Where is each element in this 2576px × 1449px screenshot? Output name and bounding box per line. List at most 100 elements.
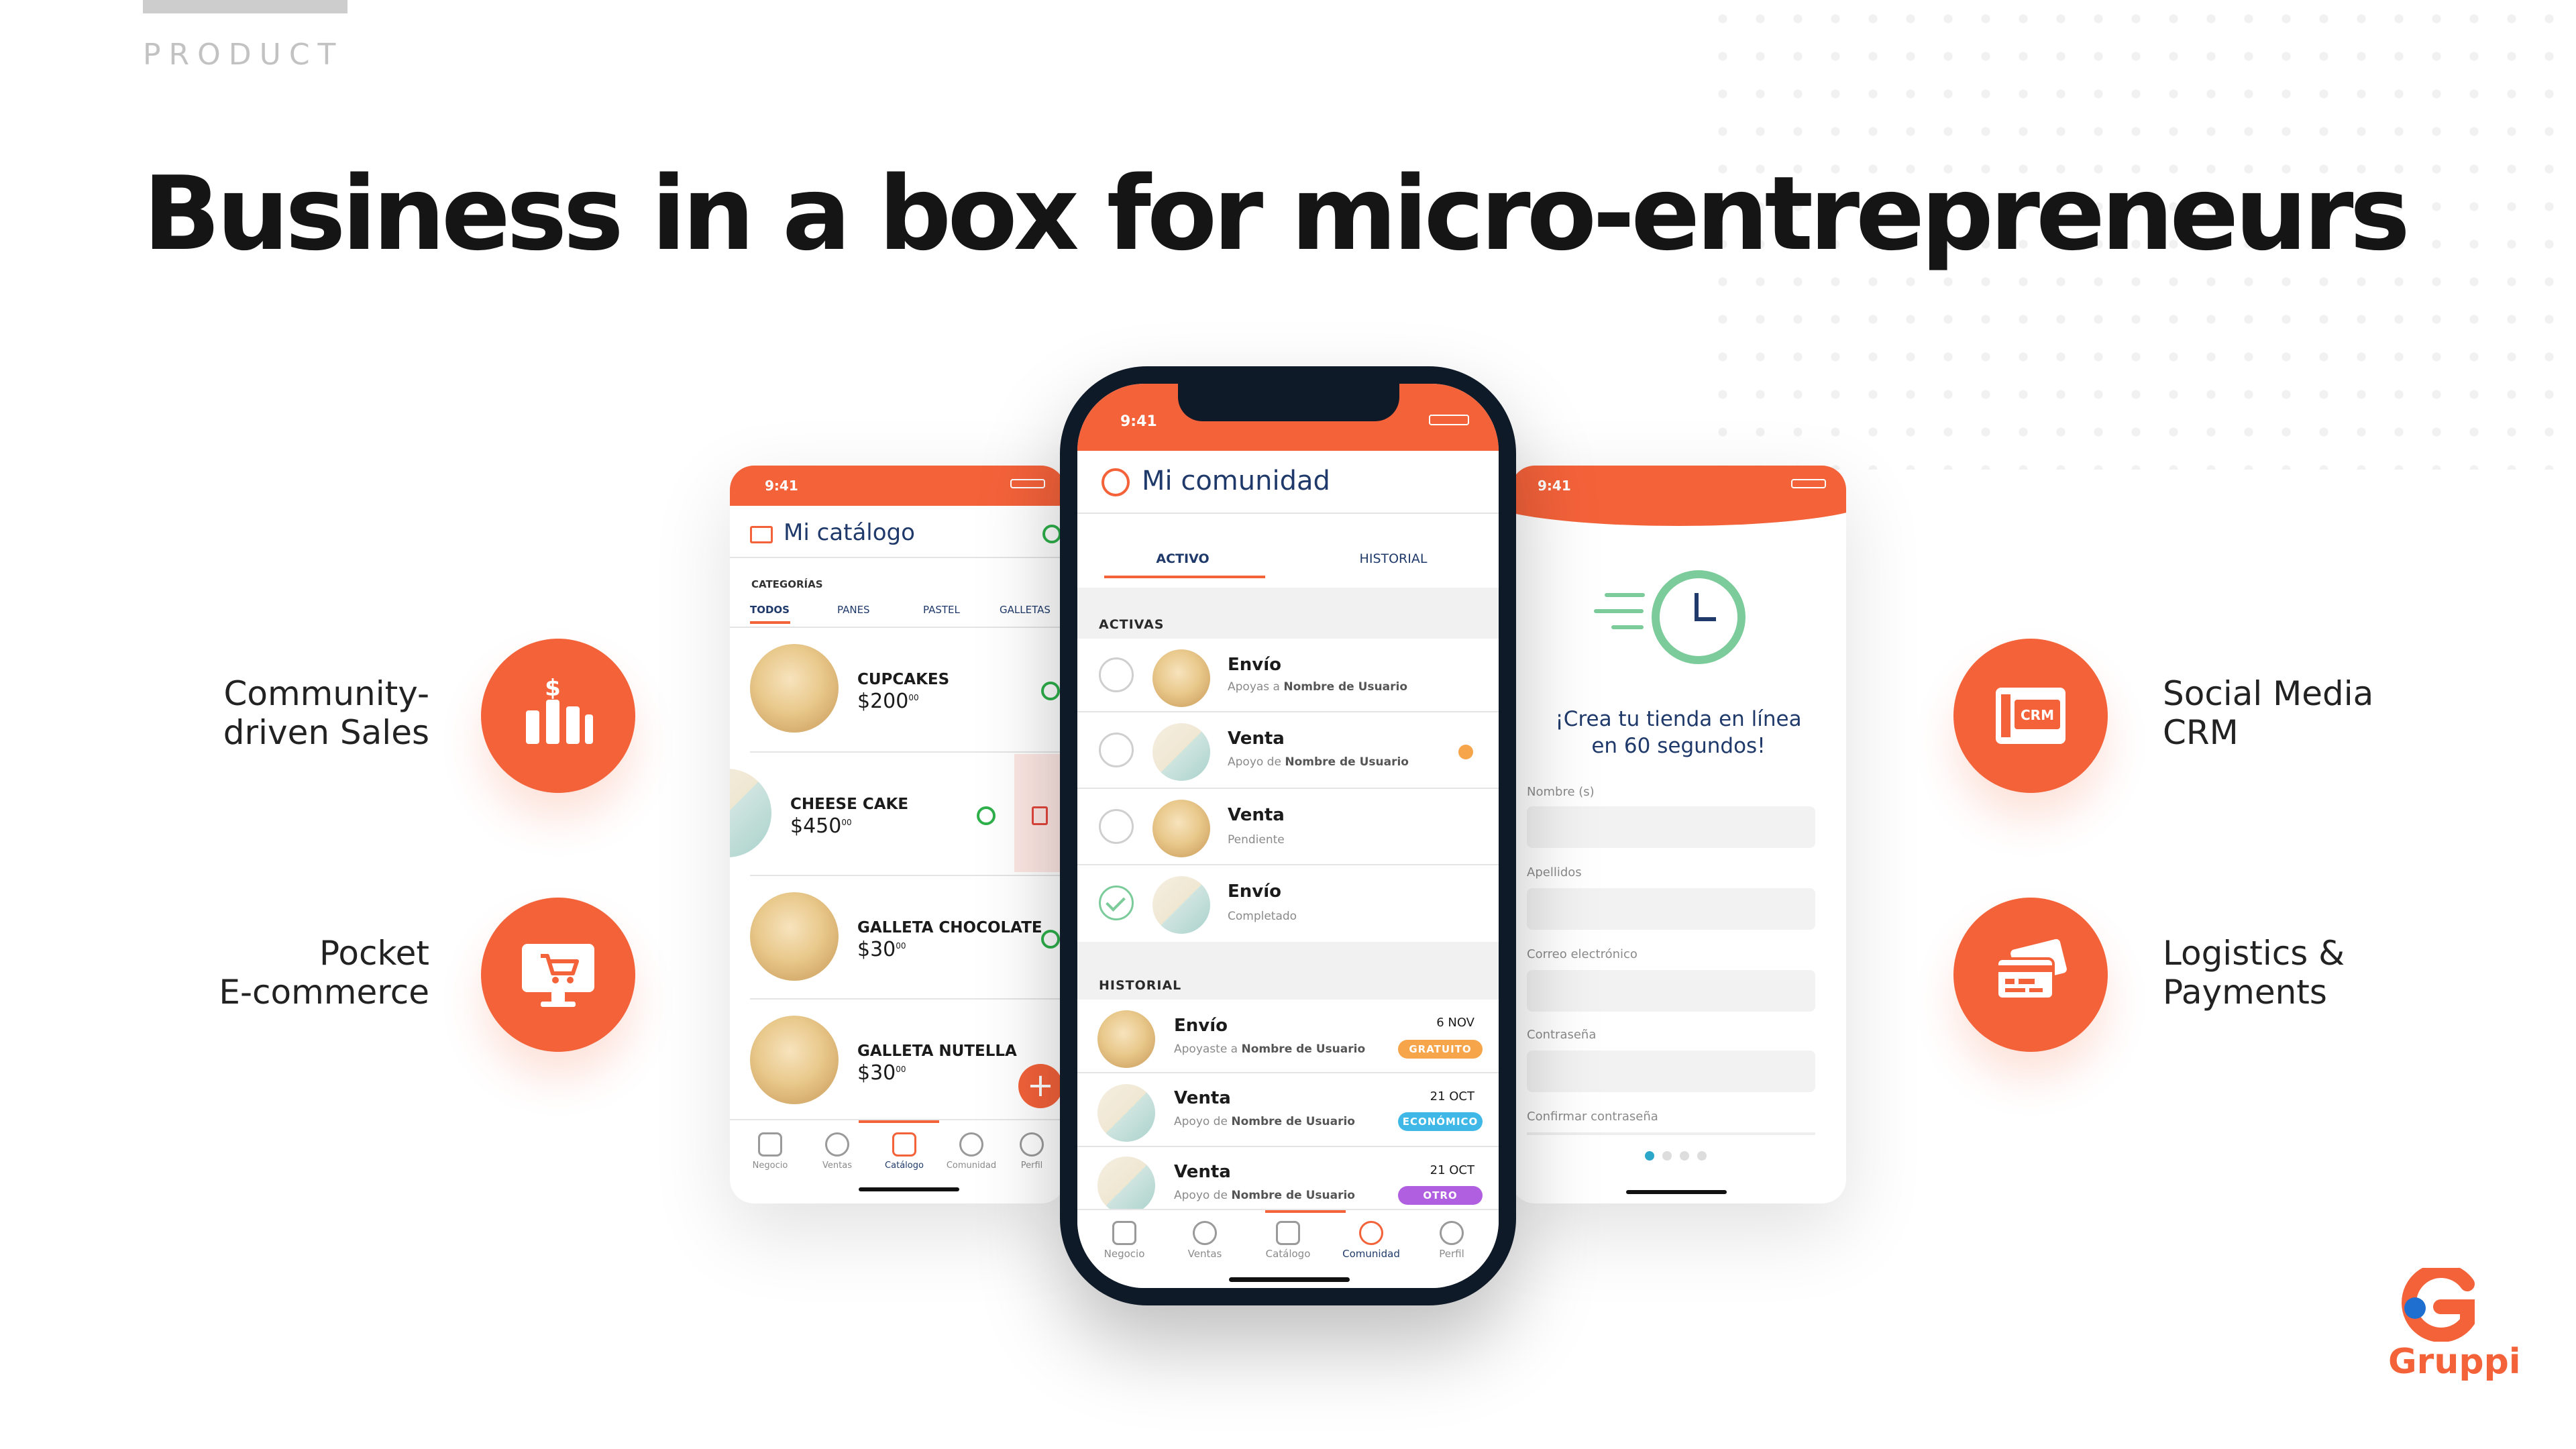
item-date: 21 OCT — [1430, 1089, 1474, 1104]
product-price: $3000 — [857, 1061, 906, 1085]
email-input[interactable] — [1527, 970, 1815, 1012]
signup-header — [1511, 466, 1846, 526]
community-icon — [959, 1132, 983, 1157]
product-name: GALLETA CHOCOLATE — [857, 919, 1042, 936]
nav-catalogo[interactable]: Catálogo — [1248, 1221, 1328, 1260]
signup-screen: 9:41 ¡Crea tu tienda en línea en 60 segu… — [1511, 466, 1846, 1203]
product-image — [1152, 800, 1210, 857]
list-item[interactable]: Venta Apoyo de Nombre de Usuario — [1077, 712, 1499, 789]
feature-label-pocket-ecommerce: Pocket E-commerce — [219, 934, 429, 1012]
product-name: CHEESE CAKE — [790, 796, 909, 813]
checked-radio[interactable] — [1099, 885, 1134, 920]
apellidos-input[interactable] — [1527, 888, 1815, 930]
tab-todos[interactable]: TODOS — [750, 604, 790, 616]
tab-activo[interactable]: ACTIVO — [1077, 551, 1288, 566]
community-icon — [1102, 468, 1130, 496]
product-name: CUPCAKES — [857, 671, 950, 688]
catalog-status-bar: 9:41 — [730, 466, 1065, 506]
select-radio[interactable] — [1099, 809, 1134, 844]
product-row[interactable]: GALLETA CHOCOLATE $3000 — [730, 877, 1065, 996]
select-radio[interactable] — [1099, 657, 1134, 692]
product-image — [1152, 649, 1210, 707]
category-tabs: TODOS PANES PASTEL GALLETAS — [750, 604, 1065, 624]
svg-text:$: $ — [545, 676, 561, 702]
nav-perfil[interactable]: Perfil — [1411, 1221, 1492, 1260]
product-image — [1152, 723, 1210, 781]
product-image — [730, 769, 771, 857]
clock-icon — [1652, 570, 1746, 664]
product-name: GALLETA NUTELLA — [857, 1042, 1017, 1060]
store-icon — [758, 1132, 782, 1157]
feature-label-social-crm: Social Media CRM — [2163, 674, 2374, 752]
nav-catalogo[interactable]: Catálogo — [871, 1132, 938, 1171]
product-row[interactable]: GALLETA NUTELLA $3000 — [730, 1001, 1065, 1119]
history-item[interactable]: Envío Apoyaste a Nombre de Usuario 6 NOV… — [1077, 1000, 1499, 1073]
percent-icon — [825, 1132, 849, 1157]
nombre-input[interactable] — [1527, 806, 1815, 848]
status-badge: ECONÓMICO — [1398, 1112, 1483, 1131]
status-time: 9:41 — [1120, 413, 1157, 430]
status-badge: OTRO — [1398, 1186, 1483, 1205]
field-label-correo: Correo electrónico — [1527, 947, 1638, 961]
list-item[interactable]: Envío Completado — [1077, 865, 1499, 941]
tab-panes[interactable]: PANES — [837, 604, 870, 616]
status-icons — [1791, 479, 1826, 488]
top-accent-bar — [143, 0, 347, 13]
password-input[interactable] — [1527, 1051, 1815, 1092]
logistics-payments-badge — [1953, 898, 2108, 1052]
history-item[interactable]: Venta Apoyo de Nombre de Usuario 21 OCT … — [1077, 1073, 1499, 1147]
profile-icon — [1440, 1221, 1464, 1245]
catalog-bottom-nav: Negocio Ventas Catálogo Comunidad Perfil — [730, 1119, 1065, 1203]
select-radio[interactable] — [1099, 733, 1134, 767]
status-icons — [1429, 415, 1469, 425]
signup-headline: ¡Crea tu tienda en línea en 60 segundos! — [1555, 707, 1802, 758]
speed-lines — [1605, 593, 1645, 597]
whatsapp-icon[interactable] — [1041, 682, 1060, 700]
section-kicker: PRODUCT — [143, 38, 344, 72]
history-item[interactable]: Venta Apoyo de Nombre de Usuario 21 OCT … — [1077, 1147, 1499, 1214]
nav-perfil[interactable]: Perfil — [1005, 1132, 1059, 1171]
field-label-nombre: Nombre (s) — [1527, 785, 1595, 799]
confirm-password-input[interactable] — [1527, 1132, 1815, 1135]
notch — [1178, 384, 1399, 421]
profile-icon — [1020, 1132, 1044, 1157]
gruppi-logo — [2388, 1263, 2482, 1342]
nav-ventas[interactable]: Ventas — [804, 1132, 871, 1171]
categories-label: CATEGORÍAS — [751, 578, 823, 590]
product-row[interactable]: CUPCAKES $20000 — [730, 629, 1065, 747]
product-image — [750, 892, 839, 981]
add-product-button[interactable]: + — [1018, 1064, 1063, 1108]
phone-frame: 9:41 Mi comunidad ACTIVO HISTORIAL ACTIV… — [1060, 366, 1516, 1305]
section-header: ACTIVAS — [1077, 588, 1499, 639]
field-label-confirmar: Confirmar contraseña — [1527, 1110, 1658, 1124]
nav-ventas[interactable]: Ventas — [1165, 1221, 1245, 1260]
list-item[interactable]: Envío Apoyas a Nombre de Usuario — [1077, 639, 1499, 712]
home-indicator — [859, 1187, 959, 1191]
trash-icon — [1032, 806, 1048, 825]
page-headline: Business in a box for micro-entrepreneur… — [143, 154, 2410, 273]
community-status-bar: 9:41 — [1077, 384, 1499, 451]
store-icon — [1112, 1221, 1136, 1245]
field-label-contrasena: Contraseña — [1527, 1028, 1597, 1042]
whatsapp-icon[interactable] — [1041, 930, 1060, 949]
delete-action[interactable] — [1014, 754, 1065, 872]
product-price: $20000 — [857, 690, 919, 713]
crm-browser-icon: CRM — [1996, 688, 2065, 744]
status-icons — [1010, 479, 1045, 488]
tab-pastel[interactable]: PASTEL — [923, 604, 960, 616]
whatsapp-icon[interactable] — [1042, 525, 1061, 543]
whatsapp-icon[interactable] — [977, 806, 996, 825]
product-row[interactable]: CHEESE CAKE $45000 — [730, 754, 1065, 872]
nav-negocio[interactable]: Negocio — [1084, 1221, 1165, 1260]
product-image — [750, 1016, 839, 1104]
tab-historial[interactable]: HISTORIAL — [1288, 551, 1499, 566]
tab-galletas[interactable]: GALLETAS — [1000, 604, 1051, 616]
nav-comunidad[interactable]: Comunidad — [1331, 1221, 1411, 1260]
product-image — [1097, 1010, 1155, 1068]
nav-comunidad[interactable]: Comunidad — [938, 1132, 1005, 1171]
feature-label-community-sales: Community- driven Sales — [223, 674, 429, 752]
social-crm-badge: CRM — [1953, 639, 2108, 793]
nav-negocio[interactable]: Negocio — [737, 1132, 804, 1171]
catalog-title: Mi catálogo — [784, 519, 915, 546]
list-item[interactable]: Venta Pendiente — [1077, 789, 1499, 865]
